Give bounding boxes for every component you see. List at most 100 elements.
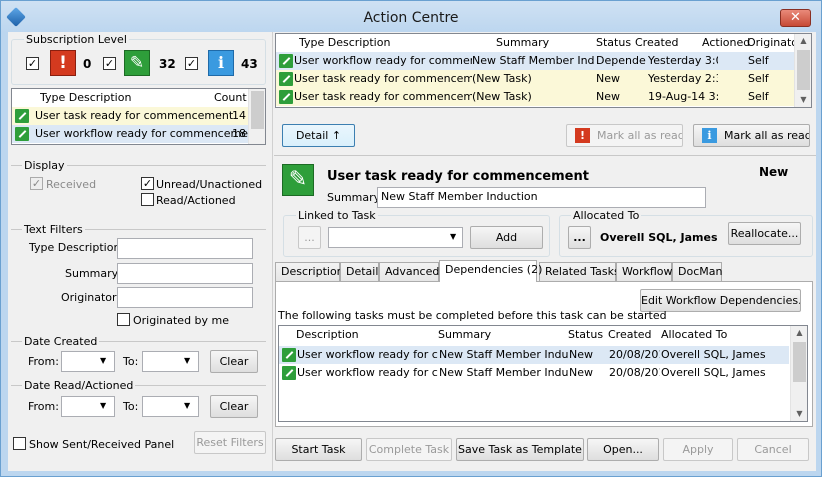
tab-workflow[interactable]: Workflow: [616, 262, 673, 281]
date-read-to-picker[interactable]: [142, 396, 199, 417]
action-header-created[interactable]: Created: [635, 34, 679, 52]
tab-advanced[interactable]: Advanced: [379, 262, 439, 281]
tab-detail[interactable]: Detail: [340, 262, 379, 281]
dep-header-description[interactable]: Description: [296, 326, 359, 344]
mark-all-read-info-button[interactable]: i Mark all as read: [693, 124, 810, 147]
pencil-icon: [282, 366, 296, 380]
action-summary: (New Task): [472, 72, 532, 85]
type-description-input[interactable]: [117, 238, 253, 259]
originator-label: Originator:: [61, 291, 121, 304]
action-list-scrollbar[interactable]: ▲ ▼: [794, 34, 811, 107]
tab-description[interactable]: Description: [275, 262, 344, 281]
date-read-clear-button[interactable]: Clear: [210, 395, 258, 418]
allocated-browse-button[interactable]: ...: [568, 226, 591, 249]
date-read-title: Date Read/Actioned: [22, 379, 136, 392]
chevron-down-icon: ▼: [100, 401, 107, 410]
action-row[interactable]: User task ready for commencement (New Ta…: [276, 70, 811, 88]
tab-related-tasks[interactable]: Related Tasks: [539, 262, 620, 281]
dep-status: New: [569, 366, 593, 379]
dep-header-summary[interactable]: Summary: [438, 326, 491, 344]
detail-summary-input[interactable]: New Staff Member Induction: [377, 187, 706, 208]
action-header-type[interactable]: Type Description: [299, 34, 390, 52]
show-sent-received-checkbox[interactable]: [13, 437, 26, 450]
read-checkbox[interactable]: [141, 193, 154, 206]
date-created-clear-button[interactable]: Clear: [210, 350, 258, 373]
unread-checkbox[interactable]: ✓: [141, 177, 154, 190]
scroll-up-arrow[interactable]: ▲: [795, 34, 811, 48]
type-grid-scrollbar[interactable]: [248, 89, 265, 144]
pencil-icon: [15, 109, 29, 123]
reallocate-button[interactable]: Reallocate...: [728, 222, 801, 245]
reset-filters-button[interactable]: Reset Filters: [194, 431, 266, 454]
show-sent-received-label: Show Sent/Received Panel: [29, 438, 175, 451]
action-row[interactable]: User workflow ready for commencement New…: [276, 52, 811, 70]
scroll-down-arrow[interactable]: ▼: [795, 93, 811, 107]
scroll-thumb[interactable]: [251, 91, 264, 129]
mark-all-read-info-label: Mark all as read: [724, 129, 810, 142]
scroll-thumb[interactable]: [793, 342, 806, 382]
add-linked-task-button[interactable]: Add: [470, 226, 543, 249]
subscription-checkbox-task[interactable]: ✓: [103, 57, 116, 70]
dep-header-status[interactable]: Status: [568, 326, 603, 344]
tab-dependencies[interactable]: Dependencies (2): [439, 260, 542, 282]
save-as-template-button[interactable]: Save Task as Template: [456, 438, 584, 461]
linked-to-task-title: Linked to Task: [296, 209, 378, 222]
dep-header-created[interactable]: Created: [608, 326, 652, 344]
type-grid-row[interactable]: User workflow ready for commencement 18: [12, 125, 265, 143]
type-description-label: Type Description:: [29, 241, 125, 254]
window-content: Subscription Level ✓ ! 0 ✓ ✎ 32 ✓ i 43 T…: [8, 32, 816, 471]
pencil-icon: [15, 127, 29, 141]
dep-row[interactable]: User workflow ready for commencement New…: [279, 364, 789, 382]
info-icon: i: [702, 128, 717, 143]
type-grid-row[interactable]: User task ready for commencement 14: [12, 107, 265, 125]
originator-input[interactable]: [117, 287, 253, 308]
action-header-summary[interactable]: Summary: [496, 34, 549, 52]
detail-toggle-button[interactable]: Detail ↑: [282, 124, 355, 147]
dep-grid-scrollbar[interactable]: ▲ ▼: [790, 326, 807, 421]
type-grid-header-count[interactable]: Count: [214, 89, 247, 107]
detail-heading: User task ready for commencement: [327, 169, 589, 184]
tab-docman[interactable]: DocMan: [672, 262, 722, 281]
start-task-button[interactable]: Start Task: [275, 438, 362, 461]
scroll-up-arrow[interactable]: ▲: [791, 326, 807, 340]
splitter[interactable]: [274, 155, 816, 156]
subscription-checkbox-info[interactable]: ✓: [185, 57, 198, 70]
action-list-header: Type Description Summary Status Created …: [276, 34, 811, 52]
chevron-down-icon: ▼: [184, 401, 191, 410]
date-created-to-picker[interactable]: [142, 351, 199, 372]
action-header-status[interactable]: Status: [596, 34, 631, 52]
subscription-checkbox-alert[interactable]: ✓: [26, 57, 39, 70]
linked-task-browse-button[interactable]: ...: [298, 226, 321, 249]
action-header-actioned[interactable]: Actioned: [702, 34, 750, 52]
action-created: 19-Aug-14 3:5: [648, 90, 718, 103]
dep-description: User workflow ready for commencement: [297, 366, 438, 379]
originated-by-me-label: Originated by me: [133, 314, 230, 327]
date-read-from-picker[interactable]: [61, 396, 115, 417]
originated-by-me-checkbox[interactable]: [117, 313, 130, 326]
read-label: Read/Actioned: [156, 194, 236, 207]
dep-description: User workflow ready for commencement: [297, 348, 438, 361]
mark-all-read-alert-button[interactable]: ! Mark all as read: [566, 124, 683, 147]
received-checkbox[interactable]: ✓: [30, 177, 43, 190]
open-button[interactable]: Open...: [587, 438, 659, 461]
action-centre-window: Action Centre ✕ Subscription Level ✓ ! 0…: [0, 0, 822, 477]
subscription-title: Subscription Level: [24, 33, 129, 46]
pencil-icon: [279, 54, 293, 68]
splitter[interactable]: [272, 32, 273, 471]
action-row[interactable]: User task ready for commencement (New Ta…: [276, 88, 811, 106]
apply-button[interactable]: Apply: [663, 438, 733, 461]
action-status: New: [596, 72, 620, 85]
dep-row[interactable]: User workflow ready for commencement New…: [279, 346, 789, 364]
scroll-thumb[interactable]: [797, 50, 810, 90]
cancel-button[interactable]: Cancel: [737, 438, 809, 461]
dep-summary: New Staff Member Induction: [439, 348, 568, 361]
type-grid-header-type[interactable]: Type Description: [40, 89, 131, 107]
date-created-from-picker[interactable]: [61, 351, 115, 372]
dep-header-allocated[interactable]: Allocated To: [661, 326, 727, 344]
linked-task-select[interactable]: [328, 227, 463, 248]
summary-input[interactable]: [117, 263, 253, 284]
scroll-down-arrow[interactable]: ▼: [791, 407, 807, 421]
complete-task-button[interactable]: Complete Task: [366, 438, 452, 461]
close-button[interactable]: ✕: [780, 9, 811, 27]
left-panel: Subscription Level ✓ ! 0 ✓ ✎ 32 ✓ i 43 T…: [8, 32, 270, 471]
